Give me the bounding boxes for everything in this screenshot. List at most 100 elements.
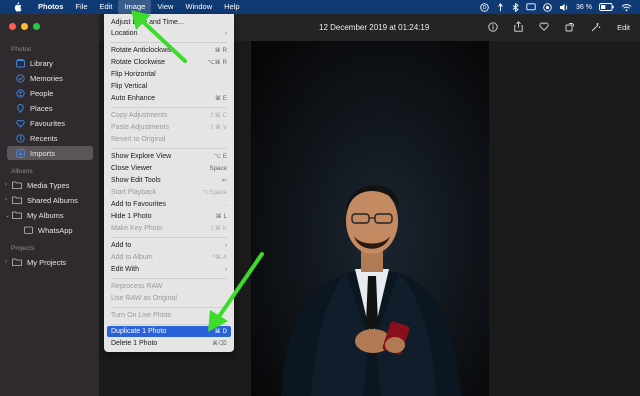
cloud-icon[interactable]: D [480,2,489,12]
menu-item-flip-horizontal[interactable]: Flip Horizontal [107,69,231,80]
minimize-button[interactable] [21,23,28,30]
sidebar-item-shared-albums[interactable]: › Shared Albums [3,193,89,207]
menu-item-turn-on-live-photo[interactable]: Turn On Live Photo [107,310,231,321]
menu-item-label: Add to Favourites [111,201,166,208]
menu-item-use-raw-as-original[interactable]: Use RAW as Original [107,293,231,304]
share-icon[interactable] [514,21,523,34]
sidebar-item-places[interactable]: Places [7,101,93,115]
menu-item-duplicate-photo[interactable]: Duplicate 1 Photo ⌘ D [107,326,231,337]
menu-item-label: Close Viewer [111,165,153,172]
record-icon[interactable] [543,2,552,12]
menu-item-add-to-album[interactable]: Add to Album ^⌘ A [107,252,231,263]
sidebar-section-photos: Photos [11,46,32,53]
sidebar-item-label: Media Types [27,180,70,190]
menu-item-auto-enhance[interactable]: Auto Enhance ⌘ E [107,93,231,104]
menu-separator [111,324,227,325]
menu-item-paste-adjustments[interactable]: Paste Adjustments ⇧⌘ V [107,122,231,133]
menu-item-label: Flip Horizontal [111,71,156,78]
sidebar-item-my-albums[interactable]: ⌄ My Albums [3,208,89,222]
menu-item-rotate-anticlockwise[interactable]: Rotate Anticlockwise ⌘ R [107,45,231,56]
volume-icon[interactable] [559,3,569,12]
photos-window: Photos Library Memories People Places Fa… [0,14,640,396]
menu-separator [111,42,227,43]
menu-item-copy-adjustments[interactable]: Copy Adjustments ⇧⌘ C [107,110,231,121]
sidebar-item-my-projects[interactable]: › My Projects [3,255,89,269]
chevron-right-icon[interactable]: › [5,197,11,203]
sidebar-item-label: People [30,88,54,98]
menu-item-add-to-favourites[interactable]: Add to Favourites. [107,199,231,210]
menu-item-reprocess-raw[interactable]: Reprocess RAW [107,281,231,292]
sidebar-item-library[interactable]: Library [7,56,93,70]
sidebar-item-favourites[interactable]: Favourites [7,116,93,130]
close-button[interactable] [9,23,16,30]
zoom-button[interactable] [33,23,40,30]
menu-item-label: Copy Adjustments [111,112,168,119]
battery-percent: 36 % [576,3,592,11]
menu-item-adjust-date[interactable]: Adjust Date and Time... [107,17,231,28]
favourite-icon[interactable] [539,22,549,33]
menu-item-shortcut: ⌘ E [214,95,227,102]
menu-item-label: Location [111,30,138,37]
info-icon[interactable] [488,21,498,34]
menu-item-label: Show Edit Tools [111,177,161,184]
menu-item-label: Reprocess RAW [111,283,163,290]
menu-window[interactable]: Window [179,0,218,14]
menu-item-start-playback[interactable]: Start Playback ⌥Space [107,187,231,198]
photo-date-title: 12 December 2019 at 01:24:19 [319,23,430,32]
sidebar-item-label: WhatsApp [38,225,73,235]
menu-item-hide-photo[interactable]: Hide 1 Photo ⌘ L [107,211,231,222]
menu-item-make-key-photo[interactable]: Make Key Photo ⇧⌘ K [107,223,231,234]
apple-icon[interactable] [12,2,22,12]
menu-item-close-viewer[interactable]: Close Viewer Space [107,163,231,174]
library-icon [15,58,25,68]
bluetooth-icon[interactable] [512,2,519,12]
menu-item-location[interactable]: Location › [107,28,231,39]
menu-separator [111,148,227,149]
menu-item-label: Delete 1 Photo [111,340,158,347]
menu-item-delete-photo[interactable]: Delete 1 Photo ⌘⌫ [107,338,231,349]
sidebar-item-people[interactable]: People [7,86,93,100]
menu-item-shortcut: Space [209,165,227,172]
sidebar-item-imports[interactable]: Imports [7,146,93,160]
folder-icon [12,210,22,220]
menu-item-add-to[interactable]: Add to › [107,240,231,251]
rotate-icon[interactable] [565,22,575,34]
sidebar: Photos Library Memories People Places Fa… [0,14,99,396]
sidebar-item-label: Library [30,58,53,68]
wifi-icon[interactable] [621,3,632,12]
menu-item-edit-with[interactable]: Edit With › [107,264,231,275]
menu-item-label: Auto Enhance [111,95,155,102]
menu-item-show-explore-view[interactable]: Show Explore View ⌥ E [107,151,231,162]
sidebar-item-whatsapp[interactable]: WhatsApp [17,223,93,237]
sidebar-item-recents[interactable]: Recents [7,131,93,145]
sidebar-item-label: Recents [30,133,58,143]
sidebar-item-label: My Projects [27,257,67,267]
photo-viewer[interactable] [251,41,489,396]
menu-help[interactable]: Help [218,0,245,14]
chevron-right-icon[interactable]: › [5,182,11,188]
menu-item-label: Show Explore View [111,153,172,160]
menu-image[interactable]: Image [118,0,152,14]
menu-photos[interactable]: Photos [32,0,69,14]
sidebar-item-media-types[interactable]: › Media Types [3,178,89,192]
menu-separator [111,237,227,238]
auto-enhance-icon[interactable] [591,22,601,34]
battery-icon[interactable] [599,3,614,11]
svg-text:D: D [483,5,487,11]
menu-view[interactable]: View [151,0,179,14]
menu-item-flip-vertical[interactable]: Flip Vertical [107,81,231,92]
menu-item-shortcut: ⌘ R [214,47,227,54]
screen-mirror-icon[interactable] [526,2,536,12]
menu-item-label: Revert to Original [111,136,166,143]
menu-item-show-edit-tools[interactable]: Show Edit Tools ↩ [107,175,231,186]
chevron-down-icon[interactable]: ⌄ [5,212,11,219]
menu-file[interactable]: File [69,0,93,14]
sidebar-item-memories[interactable]: Memories [7,71,93,85]
airdrop-icon[interactable] [496,2,505,12]
menu-separator [111,307,227,308]
chevron-right-icon[interactable]: › [5,259,11,265]
menu-item-revert-to-original[interactable]: Revert to Original [107,134,231,145]
edit-button[interactable]: Edit [617,23,630,32]
menu-item-rotate-clockwise[interactable]: Rotate Clockwise ⌥⌘ R [107,57,231,68]
menu-edit[interactable]: Edit [94,0,119,14]
